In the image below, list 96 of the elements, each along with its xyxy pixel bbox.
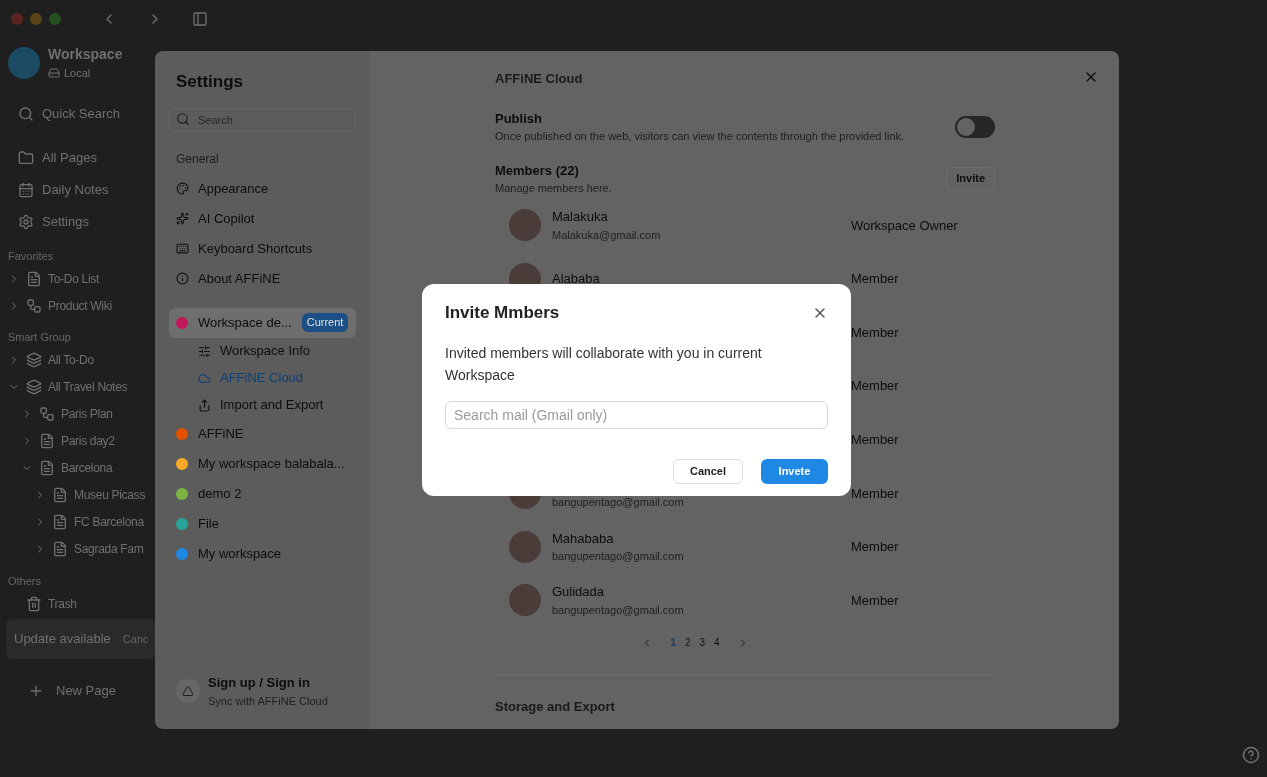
- sidebar-item[interactable]: Paris day2: [61, 432, 115, 450]
- dialog-title: Invite Mmbers: [445, 302, 560, 324]
- workspace-name: AFFiNE: [198, 424, 244, 443]
- member-name: Alababa: [552, 270, 601, 289]
- member-role: Member: [851, 430, 899, 449]
- sidebar-item[interactable]: Product Wiki: [48, 296, 112, 315]
- workspace-item[interactable]: Workspace de... Current: [169, 307, 356, 338]
- search-icon: [18, 105, 34, 122]
- logo-icon: [182, 685, 194, 697]
- page-number[interactable]: 4: [714, 635, 720, 651]
- export-icon: [198, 398, 211, 412]
- member-role: Member: [851, 591, 899, 610]
- workspace-name: demo 2: [198, 484, 242, 503]
- workspace-name: My workspace balabala...: [198, 454, 345, 473]
- settings-nav-item[interactable]: AI Copilot: [198, 208, 255, 229]
- update-label: Update available: [14, 630, 111, 649]
- settings-subitem[interactable]: Workspace Info: [220, 341, 311, 361]
- members-description: Manage members here.: [495, 181, 612, 196]
- settings-subitem[interactable]: Import and Export: [220, 395, 324, 415]
- sidebar-item[interactable]: Museu Picass: [74, 486, 146, 504]
- update-banner[interactable]: Update available Canc: [6, 619, 155, 659]
- settings-nav-item[interactable]: Keyboard Shortcuts: [198, 238, 313, 259]
- sidebar-item[interactable]: To-Do List: [48, 269, 100, 288]
- help-icon[interactable]: [1242, 746, 1260, 764]
- member-name: Malakuka: [552, 208, 609, 227]
- section-title: AFFiNE Cloud: [495, 70, 584, 88]
- member-name: Gulidada: [552, 583, 606, 602]
- section-label: Favorites: [8, 248, 55, 264]
- sidebar-item[interactable]: Barcelona: [61, 459, 113, 477]
- new-page-button[interactable]: New Page: [56, 681, 116, 701]
- sidebar-item[interactable]: FC Barcelona: [74, 513, 144, 531]
- quick-search[interactable]: Quick Search: [42, 103, 121, 124]
- section-title: Storage and Export: [495, 698, 616, 717]
- maximize-window-icon[interactable]: [49, 13, 61, 25]
- minimize-window-icon[interactable]: [30, 13, 42, 25]
- member-role: Workspace Owner: [851, 216, 958, 235]
- member-role: Member: [851, 377, 899, 396]
- page-number[interactable]: 3: [699, 635, 706, 651]
- workspace-avatar[interactable]: [8, 46, 40, 79]
- section-label: Smart Group: [8, 330, 72, 345]
- email-input-field[interactable]: Search mail (Gmail only): [445, 400, 828, 429]
- sync-caption: Sync with AFFiNE Cloud: [208, 693, 328, 709]
- member-email: bangupentago@gmail.com: [552, 602, 685, 618]
- workspace-storage: Local: [64, 66, 91, 81]
- drive-icon: [48, 67, 60, 80]
- member-role: Member: [851, 323, 899, 342]
- nav-item[interactable]: Daily Notes: [42, 179, 109, 200]
- member-role: Member: [851, 270, 899, 289]
- settings-nav-item[interactable]: About AFFiNE: [198, 268, 281, 289]
- page-number[interactable]: 2: [684, 635, 691, 651]
- gear-icon: [18, 213, 34, 230]
- sidebar-item[interactable]: All Travel Notes: [48, 378, 128, 396]
- cloud-icon: [198, 371, 211, 385]
- ai-icon: [176, 212, 189, 225]
- invite-button[interactable]: Invete: [761, 458, 828, 484]
- page-number[interactable]: 1: [670, 635, 676, 651]
- sidebar-item[interactable]: Trash: [48, 594, 77, 613]
- invite-button[interactable]: Invite: [946, 166, 995, 191]
- section-label: General: [175, 150, 220, 168]
- publish-toggle[interactable]: [955, 115, 995, 138]
- sidebar-toggle-icon[interactable]: [192, 11, 208, 27]
- section-label: Others: [8, 573, 42, 589]
- sidebar-item[interactable]: Paris Plan: [61, 405, 113, 423]
- publish-description: Once published on the web, visitors can view the contents through the provided link.: [495, 129, 905, 144]
- member-email: Malakuka@gmail.com: [552, 227, 662, 243]
- publish-title: Publish: [495, 109, 543, 128]
- info-icon: [176, 272, 189, 285]
- search-icon: [176, 111, 190, 126]
- workspace-name: Workspace de...: [198, 313, 292, 332]
- member-email: bangupentago@gmail.com: [552, 549, 685, 565]
- update-action-link[interactable]: Canc: [122, 630, 149, 648]
- folder-icon: [18, 149, 34, 166]
- sign-in-link[interactable]: Sign up / Sign in: [208, 673, 328, 693]
- members-title: Members (22): [495, 161, 580, 180]
- calendar-icon: [18, 181, 34, 198]
- workspace-name: Workspace: [48, 45, 123, 64]
- keyboard-icon: [176, 242, 189, 255]
- settings-title: Settings: [175, 71, 245, 93]
- account-avatar[interactable]: [176, 679, 200, 703]
- sliders-icon: [198, 344, 211, 358]
- current-badge: Current: [301, 313, 349, 332]
- member-role: Member: [851, 538, 899, 557]
- close-window-icon[interactable]: [11, 13, 23, 25]
- sidebar-item[interactable]: Sagrada Fam: [74, 540, 144, 558]
- nav-item[interactable]: Settings: [42, 211, 89, 232]
- settings-nav-item[interactable]: Appearance: [198, 178, 269, 199]
- nav-item[interactable]: All Pages: [42, 147, 97, 168]
- member-email: bangupentago@gmail.com: [552, 494, 685, 510]
- dialog-description: Invited members will collaborate with you in current Workspace: [445, 343, 763, 385]
- cancel-button[interactable]: Cancel: [673, 458, 743, 484]
- member-name: Mahababa: [552, 529, 615, 548]
- member-role: Member: [851, 484, 899, 503]
- workspace-name: File: [198, 514, 219, 533]
- workspace-name: My workspace: [198, 544, 282, 563]
- palette-icon: [176, 182, 189, 195]
- sidebar-item[interactable]: All To-Do: [48, 351, 94, 369]
